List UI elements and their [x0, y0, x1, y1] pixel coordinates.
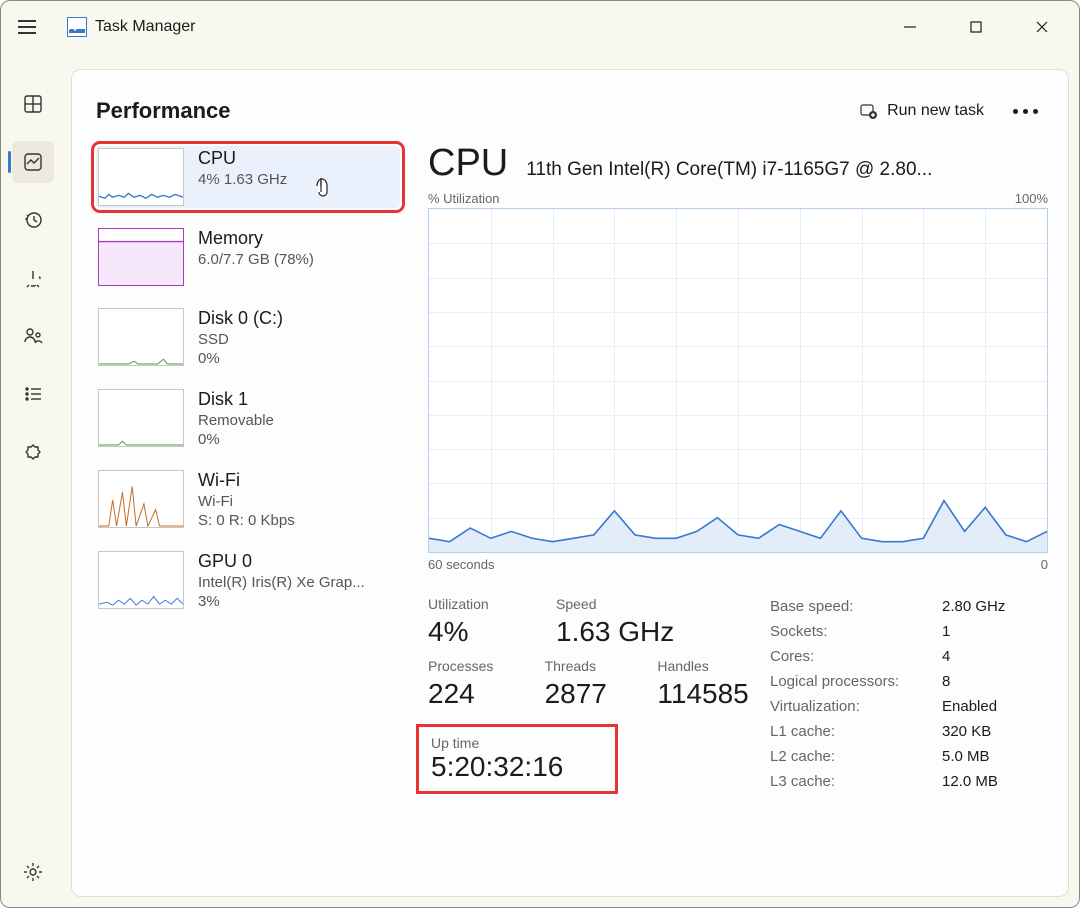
- spec-val: Enabled: [942, 698, 997, 715]
- uptime-highlight: Up time 5:20:32:16: [416, 724, 618, 794]
- perf-item-gpu0[interactable]: GPU 0 Intel(R) Iris(R) Xe Grap... 3%: [96, 549, 400, 612]
- perf-sub: SSD: [198, 331, 283, 348]
- perf-sub: Wi-Fi: [198, 493, 295, 510]
- chart-xleft: 60 seconds: [428, 557, 495, 572]
- spec-val: 320 KB: [942, 723, 991, 740]
- perf-name: Wi-Fi: [198, 470, 295, 491]
- perf-item-disk0[interactable]: Disk 0 (C:) SSD 0%: [96, 306, 400, 369]
- nav-users[interactable]: [12, 315, 54, 357]
- maximize-button[interactable]: [943, 4, 1009, 50]
- cpu-chart: [428, 208, 1048, 553]
- spec-val: 12.0 MB: [942, 773, 998, 790]
- spec-key: Logical processors:: [770, 673, 942, 690]
- nav-app-history[interactable]: [12, 199, 54, 241]
- run-new-task-button[interactable]: Run new task: [849, 96, 994, 126]
- spec-val: 2.80 GHz: [942, 598, 1005, 615]
- spec-key: L1 cache:: [770, 723, 942, 740]
- perf-thumb-wifi: [98, 470, 184, 528]
- nav-details[interactable]: [12, 373, 54, 415]
- chart-ymax: 100%: [1015, 191, 1048, 206]
- perf-item-memory[interactable]: Memory 6.0/7.7 GB (78%): [96, 226, 400, 288]
- perf-item-disk1[interactable]: Disk 1 Removable 0%: [96, 387, 400, 450]
- metric-utilization: 4%: [428, 616, 538, 648]
- minimize-button[interactable]: [877, 4, 943, 50]
- run-task-icon: [859, 102, 877, 120]
- titlebar: Task Manager: [1, 1, 1079, 53]
- metric-label: Handles: [657, 658, 744, 674]
- perf-sub: Intel(R) Iris(R) Xe Grap...: [198, 574, 365, 591]
- perf-thumb-gpu0: [98, 551, 184, 609]
- metric-label: Speed: [556, 596, 674, 612]
- spec-val: 8: [942, 673, 950, 690]
- window-frame: Task Manager Performance Run new task: [0, 0, 1080, 908]
- perf-list: CPU 4% 1.63 GHz Memory 6.0/7.7 GB (78%): [96, 142, 400, 884]
- metric-handles: 114585: [657, 678, 744, 710]
- metric-speed: 1.63 GHz: [556, 616, 674, 648]
- spec-key: L2 cache:: [770, 748, 942, 765]
- spec-key: Virtualization:: [770, 698, 942, 715]
- page-title: Performance: [96, 98, 231, 124]
- nav-settings[interactable]: [12, 851, 54, 893]
- chart-ylabel: % Utilization: [428, 191, 500, 206]
- nav-performance[interactable]: [12, 141, 54, 183]
- perf-item-wifi[interactable]: Wi-Fi Wi-Fi S: 0 R: 0 Kbps: [96, 468, 400, 531]
- cursor-icon: [314, 176, 336, 200]
- metric-label: Utilization: [428, 596, 538, 612]
- metric-processes: 224: [428, 678, 527, 710]
- perf-item-cpu[interactable]: CPU 4% 1.63 GHz: [96, 146, 400, 208]
- metric-label: Threads: [545, 658, 640, 674]
- perf-sub2: S: 0 R: 0 Kbps: [198, 512, 295, 529]
- nav-services[interactable]: [12, 431, 54, 473]
- metric-label: Up time: [431, 735, 563, 751]
- perf-sub: 6.0/7.7 GB (78%): [198, 251, 314, 268]
- perf-thumb-disk1: [98, 389, 184, 447]
- perf-thumb-disk0: [98, 308, 184, 366]
- chart-xright: 0: [1041, 557, 1048, 572]
- spec-key: L3 cache:: [770, 773, 942, 790]
- more-options-button[interactable]: [1002, 92, 1048, 130]
- main-category-title: CPU: [428, 142, 508, 185]
- perf-sub2: 0%: [198, 431, 274, 448]
- perf-thumb-cpu: [98, 148, 184, 206]
- spec-key: Cores:: [770, 648, 942, 665]
- perf-sub: Removable: [198, 412, 274, 429]
- run-task-label: Run new task: [887, 102, 984, 120]
- nav-processes[interactable]: [12, 83, 54, 125]
- app-title: Task Manager: [95, 18, 196, 36]
- perf-sub: 4% 1.63 GHz: [198, 171, 287, 188]
- perf-name: Disk 1: [198, 389, 274, 410]
- spec-val: 4: [942, 648, 950, 665]
- cpu-specs: Base speed:2.80 GHz Sockets:1 Cores:4 Lo…: [770, 596, 1048, 794]
- main-panel: CPU 11th Gen Intel(R) Core(TM) i7-1165G7…: [428, 142, 1048, 884]
- perf-name: GPU 0: [198, 551, 365, 572]
- content-card: Performance Run new task CPU 4% 1.63 GHz: [71, 69, 1069, 897]
- perf-sub2: 3%: [198, 593, 365, 610]
- perf-name: CPU: [198, 148, 287, 169]
- cpu-model: 11th Gen Intel(R) Core(TM) i7-1165G7 @ 2…: [526, 159, 1048, 181]
- hamburger-menu-button[interactable]: [5, 7, 49, 47]
- close-button[interactable]: [1009, 4, 1075, 50]
- metric-label: Processes: [428, 658, 527, 674]
- perf-thumb-memory: [98, 228, 184, 286]
- more-icon: [1013, 109, 1038, 114]
- perf-name: Disk 0 (C:): [198, 308, 283, 329]
- metric-uptime: 5:20:32:16: [431, 751, 563, 783]
- perf-name: Memory: [198, 228, 314, 249]
- nav-rail: [5, 63, 61, 901]
- perf-sub2: 0%: [198, 350, 283, 367]
- metric-threads: 2877: [545, 678, 640, 710]
- spec-key: Sockets:: [770, 623, 942, 640]
- spec-key: Base speed:: [770, 598, 942, 615]
- content-header: Performance Run new task: [96, 92, 1048, 130]
- spec-val: 5.0 MB: [942, 748, 990, 765]
- nav-startup[interactable]: [12, 257, 54, 299]
- app-icon: [67, 17, 87, 37]
- spec-val: 1: [942, 623, 950, 640]
